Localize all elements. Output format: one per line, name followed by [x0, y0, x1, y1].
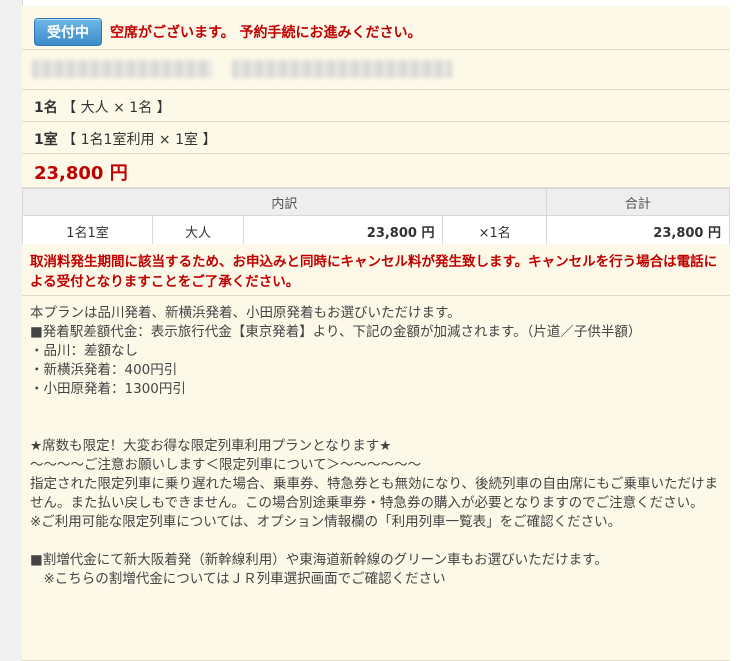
cancel-note: 取消料発生期間に該当するため、お申込みと同時にキャンセル料が発生致します。キャン…	[30, 254, 718, 290]
status-row: 受付中 空席がございます。 予約手続にお進みください。	[22, 6, 730, 50]
total-price: 23,800 円	[34, 163, 128, 184]
availability-message: 空席がございます。 予約手続にお進みください。	[110, 25, 422, 41]
room-row: 1室 【 1名1室利用 × 1室 】	[22, 122, 730, 154]
plan-description: 本プランは品川発着、新横浜発着、小田原発着もお選びいただけます。 ■発着駅差額代…	[30, 305, 718, 587]
left-gutter	[0, 0, 23, 661]
redacted-row	[22, 50, 730, 90]
status-badge: 受付中	[34, 18, 102, 46]
breakdown-header-detail: 内訳	[22, 188, 547, 216]
quantity-cell: ×1名	[442, 215, 547, 247]
price-row: 23,800 円	[22, 154, 730, 188]
age-cell: 大人	[151, 215, 244, 247]
people-count: 1名	[34, 100, 58, 116]
people-info: 1名 【 大人 × 1名 】	[34, 97, 171, 117]
room-detail: 【 1名1室利用 × 1室 】	[62, 132, 217, 148]
price-breakdown-table: 内訳 合計 1名1室 大人 23,800 円 ×1名 23,800 円	[22, 188, 731, 247]
room-info: 1室 【 1名1室利用 × 1室 】	[34, 129, 216, 149]
cancel-note-row: 取消料発生期間に該当するため、お申込みと同時にキャンセル料が発生致します。キャン…	[22, 244, 730, 296]
redacted-text-2	[232, 60, 452, 78]
breakdown-header-total: 合計	[545, 188, 731, 216]
breakdown-header-row: 内訳 合計	[22, 188, 731, 216]
room-count: 1室	[34, 132, 58, 148]
row-total-cell: 23,800 円	[545, 215, 731, 247]
people-row: 1名 【 大人 × 1名 】	[22, 90, 730, 122]
people-detail: 【 大人 × 1名 】	[62, 100, 171, 116]
room-type-cell: 1名1室	[22, 215, 153, 247]
plan-description-row: 本プランは品川発着、新横浜発着、小田原発着もお選びいただけます。 ■発着駅差額代…	[22, 296, 730, 661]
table-row: 1名1室 大人 23,800 円 ×1名 23,800 円	[22, 215, 731, 247]
unit-price-cell: 23,800 円	[242, 215, 444, 247]
redacted-text-1	[32, 60, 212, 78]
reservation-panel: 受付中 空席がございます。 予約手続にお進みください。 1名 【 大人 × 1名…	[0, 0, 745, 661]
